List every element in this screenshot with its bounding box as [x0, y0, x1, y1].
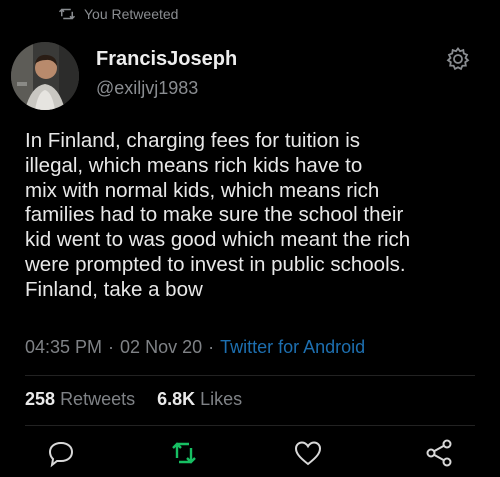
- retweet-icon: [172, 442, 196, 464]
- like-button[interactable]: [293, 438, 323, 468]
- tweet-line: illegal, which means rich kids have to: [25, 153, 363, 177]
- retweet-banner-label: You Retweeted: [84, 6, 179, 22]
- share-button[interactable]: [424, 438, 454, 468]
- tweet-line: kid went to was good which meant the ric…: [25, 228, 411, 252]
- retweet-button[interactable]: [169, 438, 199, 468]
- action-bar: [0, 438, 500, 472]
- tweet-time: 04:35 PM: [25, 337, 103, 357]
- tweet-meta: 04:35 PM · 02 Nov 20 · Twitter for Andro…: [25, 337, 365, 358]
- retweets-count: 258: [25, 389, 56, 409]
- likes-count: 6.8K: [157, 389, 196, 409]
- retweet-banner: You Retweeted: [58, 6, 178, 22]
- tweet-date: 02 Nov 20: [120, 337, 203, 357]
- likes-stat[interactable]: 6.8K Likes: [157, 389, 242, 410]
- likes-label: Likes: [200, 389, 243, 409]
- share-icon: [426, 439, 452, 467]
- like-icon: [294, 441, 322, 466]
- meta-separator: ·: [208, 337, 215, 357]
- gear-icon[interactable]: [445, 46, 471, 72]
- avatar[interactable]: [11, 42, 79, 110]
- tweet-line: In Finland, charging fees for tuition is: [25, 129, 361, 152]
- reply-icon: [48, 441, 74, 468]
- user-name[interactable]: FrancisJoseph: [96, 48, 237, 71]
- tweet-line: mix with normal kids, which means rich: [25, 178, 380, 202]
- tweet-stats: 258 Retweets 6.8K Likes: [25, 389, 242, 410]
- meta-separator: ·: [108, 337, 115, 357]
- divider: [25, 425, 475, 426]
- user-handle[interactable]: @exiljvj1983: [96, 78, 198, 99]
- reply-button[interactable]: [46, 438, 76, 468]
- tweet-line: Finland, take a bow: [25, 277, 203, 301]
- retweet-icon: [58, 8, 76, 20]
- tweet-line: families had to make sure the school the…: [25, 203, 404, 227]
- tweet-source-link[interactable]: Twitter for Android: [220, 337, 365, 358]
- divider: [25, 375, 475, 376]
- retweets-label: Retweets: [60, 389, 136, 409]
- tweet-text: In Finland, charging fees for tuition is…: [25, 129, 485, 303]
- retweets-stat[interactable]: 258 Retweets: [25, 389, 135, 410]
- tweet-line: were prompted to invest in public school…: [25, 252, 406, 276]
